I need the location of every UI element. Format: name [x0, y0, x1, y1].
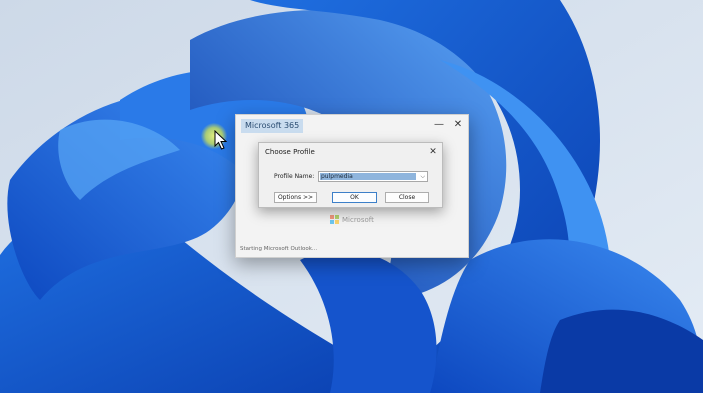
- profile-name-dropdown[interactable]: pulpmedia ⌵: [318, 171, 428, 182]
- dialog-close-icon[interactable]: ✕: [427, 145, 439, 159]
- choose-profile-dialog: Choose Profile ✕ Profile Name: pulpmedia…: [258, 142, 443, 208]
- minimize-button[interactable]: —: [431, 117, 447, 133]
- profile-name-value[interactable]: pulpmedia: [320, 173, 416, 180]
- microsoft-logo: Microsoft: [330, 215, 374, 224]
- close-button[interactable]: Close: [385, 192, 429, 203]
- dialog-title: Choose Profile: [265, 148, 315, 156]
- microsoft-logo-icon: [330, 215, 339, 224]
- profile-name-label: Profile Name:: [274, 173, 315, 180]
- splash-title: Microsoft 365: [241, 119, 304, 133]
- ok-button[interactable]: OK: [332, 192, 377, 203]
- logo-text: Microsoft: [342, 215, 374, 224]
- startup-status-text: Starting Microsoft Outlook...: [240, 246, 318, 252]
- options-button[interactable]: Options >>: [274, 192, 317, 203]
- chevron-down-icon[interactable]: ⌵: [420, 172, 425, 182]
- close-window-button[interactable]: ✕: [450, 117, 466, 133]
- arrow-pointer-icon: [214, 130, 228, 150]
